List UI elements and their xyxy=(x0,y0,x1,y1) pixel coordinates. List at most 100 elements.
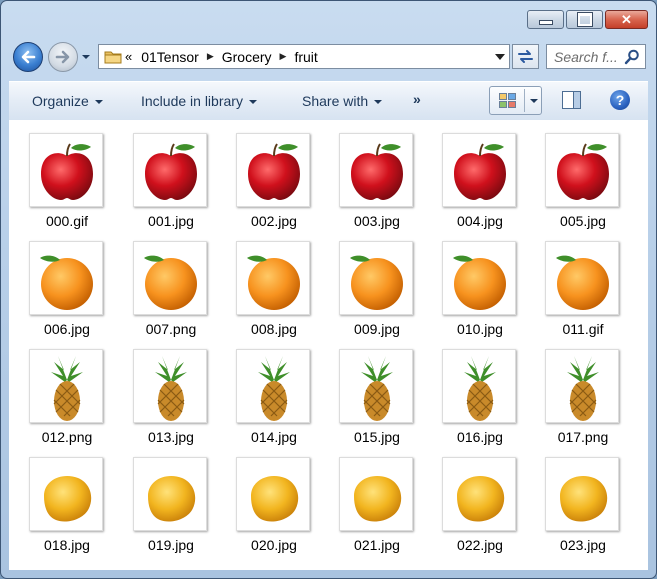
share-with-menu[interactable]: Share with xyxy=(302,93,383,109)
forward-arrow-icon xyxy=(55,50,70,64)
minimize-icon xyxy=(538,20,553,25)
file-name[interactable]: 012.png xyxy=(17,429,117,445)
file-thumbnail[interactable] xyxy=(442,457,516,531)
file-name[interactable]: 016.jpg xyxy=(430,429,530,445)
file-thumbnail[interactable] xyxy=(545,133,619,207)
file-name[interactable]: 008.jpg xyxy=(224,321,324,337)
refresh-button[interactable] xyxy=(512,44,539,69)
pineapple-thumbnail-icon xyxy=(567,356,599,421)
orange-thumbnail-icon xyxy=(40,255,93,310)
chevron-down-icon xyxy=(495,53,505,60)
minimize-button[interactable] xyxy=(527,10,564,29)
change-view-button[interactable] xyxy=(489,86,542,115)
file-thumbnail[interactable] xyxy=(545,241,619,315)
orange-thumbnail-icon xyxy=(247,255,300,310)
file-view[interactable]: 000.gif 001.jpg 002.jpg 003.jpg 004.jpg xyxy=(9,120,648,570)
forward-button[interactable] xyxy=(48,42,78,72)
maximize-button[interactable] xyxy=(566,10,603,29)
file-name[interactable]: 017.png xyxy=(533,429,633,445)
file-name[interactable]: 000.gif xyxy=(17,213,117,229)
file-thumbnail[interactable] xyxy=(133,457,207,531)
file-thumbnail[interactable] xyxy=(339,241,413,315)
file-thumbnail[interactable] xyxy=(236,349,310,423)
file-name[interactable]: 020.jpg xyxy=(224,537,324,553)
search-box[interactable]: Search f... xyxy=(546,44,646,69)
file-name[interactable]: 003.jpg xyxy=(327,213,427,229)
breadcrumb-fruit[interactable]: fruit xyxy=(294,49,317,65)
file-thumbnail[interactable] xyxy=(236,133,310,207)
file-thumbnail[interactable] xyxy=(442,241,516,315)
file-name[interactable]: 023.jpg xyxy=(533,537,633,553)
orange-thumbnail-icon xyxy=(144,255,197,310)
file-name[interactable]: 005.jpg xyxy=(533,213,633,229)
back-arrow-icon xyxy=(21,50,36,64)
breadcrumb-overflow[interactable]: « xyxy=(125,49,132,64)
mango-thumbnail-icon xyxy=(251,476,299,522)
mango-thumbnail-icon xyxy=(457,476,505,522)
file-name[interactable]: 004.jpg xyxy=(430,213,530,229)
file-name[interactable]: 007.png xyxy=(121,321,221,337)
file-name[interactable]: 006.jpg xyxy=(17,321,117,337)
mango-thumbnail-icon xyxy=(560,476,608,522)
file-name[interactable]: 001.jpg xyxy=(121,213,221,229)
pineapple-thumbnail-icon xyxy=(51,356,83,421)
organize-menu[interactable]: Organize xyxy=(32,93,103,109)
file-thumbnail[interactable] xyxy=(133,241,207,315)
title-bar[interactable]: ✕ xyxy=(1,1,656,39)
file-name[interactable]: 013.jpg xyxy=(121,429,221,445)
apple-thumbnail-icon xyxy=(41,143,93,200)
command-bar: Organize Include in library Share with »… xyxy=(9,81,648,121)
file-thumbnail[interactable] xyxy=(29,241,103,315)
file-thumbnail[interactable] xyxy=(29,133,103,207)
navigation-bar: « 01Tensor ▶ Grocery ▶ fruit Search f... xyxy=(1,41,656,73)
search-icon[interactable] xyxy=(624,49,640,65)
chevron-down-icon[interactable] xyxy=(530,99,538,103)
file-thumbnail[interactable] xyxy=(545,457,619,531)
file-thumbnail[interactable] xyxy=(442,133,516,207)
orange-thumbnail-icon xyxy=(453,255,506,310)
file-thumbnail[interactable] xyxy=(545,349,619,423)
apple-thumbnail-icon xyxy=(351,143,403,200)
file-thumbnail[interactable] xyxy=(29,349,103,423)
breadcrumb-grocery[interactable]: Grocery xyxy=(222,49,272,65)
file-name[interactable]: 010.jpg xyxy=(430,321,530,337)
file-name[interactable]: 018.jpg xyxy=(17,537,117,553)
folder-icon xyxy=(104,51,122,64)
file-name[interactable]: 011.gif xyxy=(533,321,633,337)
close-button[interactable]: ✕ xyxy=(605,10,648,29)
file-name[interactable]: 022.jpg xyxy=(430,537,530,553)
file-thumbnail[interactable] xyxy=(339,457,413,531)
explorer-window: ✕ « 01Tensor ▶ Grocery ▶ fruit Search f.… xyxy=(0,0,657,579)
file-thumbnail[interactable] xyxy=(236,457,310,531)
file-thumbnail[interactable] xyxy=(442,349,516,423)
recent-pages-dropdown[interactable] xyxy=(81,53,91,61)
file-thumbnail[interactable] xyxy=(339,133,413,207)
address-history-dropdown[interactable] xyxy=(493,49,507,64)
file-name[interactable]: 014.jpg xyxy=(224,429,324,445)
share-with-label: Share with xyxy=(302,93,369,109)
back-button[interactable] xyxy=(13,42,43,72)
chevron-right-icon[interactable]: ▶ xyxy=(280,51,287,62)
file-thumbnail[interactable] xyxy=(133,133,207,207)
file-name[interactable]: 009.jpg xyxy=(327,321,427,337)
file-name[interactable]: 019.jpg xyxy=(121,537,221,553)
include-in-library-menu[interactable]: Include in library xyxy=(141,93,257,109)
preview-pane-button[interactable] xyxy=(562,91,581,109)
file-name[interactable]: 015.jpg xyxy=(327,429,427,445)
breadcrumb-01tensor[interactable]: 01Tensor xyxy=(141,49,199,65)
file-name[interactable]: 021.jpg xyxy=(327,537,427,553)
orange-thumbnail-icon xyxy=(350,255,403,310)
close-icon: ✕ xyxy=(621,11,632,27)
more-commands-button[interactable]: » xyxy=(413,91,421,107)
file-name[interactable]: 002.jpg xyxy=(224,213,324,229)
file-thumbnail[interactable] xyxy=(133,349,207,423)
pineapple-thumbnail-icon xyxy=(155,356,187,421)
file-thumbnail[interactable] xyxy=(339,349,413,423)
chevron-right-icon[interactable]: ▶ xyxy=(207,51,214,62)
organize-label: Organize xyxy=(32,93,89,109)
file-thumbnail[interactable] xyxy=(236,241,310,315)
file-thumbnail[interactable] xyxy=(29,457,103,531)
search-input[interactable]: Search f... xyxy=(554,49,618,65)
address-bar[interactable]: « 01Tensor ▶ Grocery ▶ fruit xyxy=(98,44,510,69)
help-button[interactable]: ? xyxy=(610,90,630,110)
